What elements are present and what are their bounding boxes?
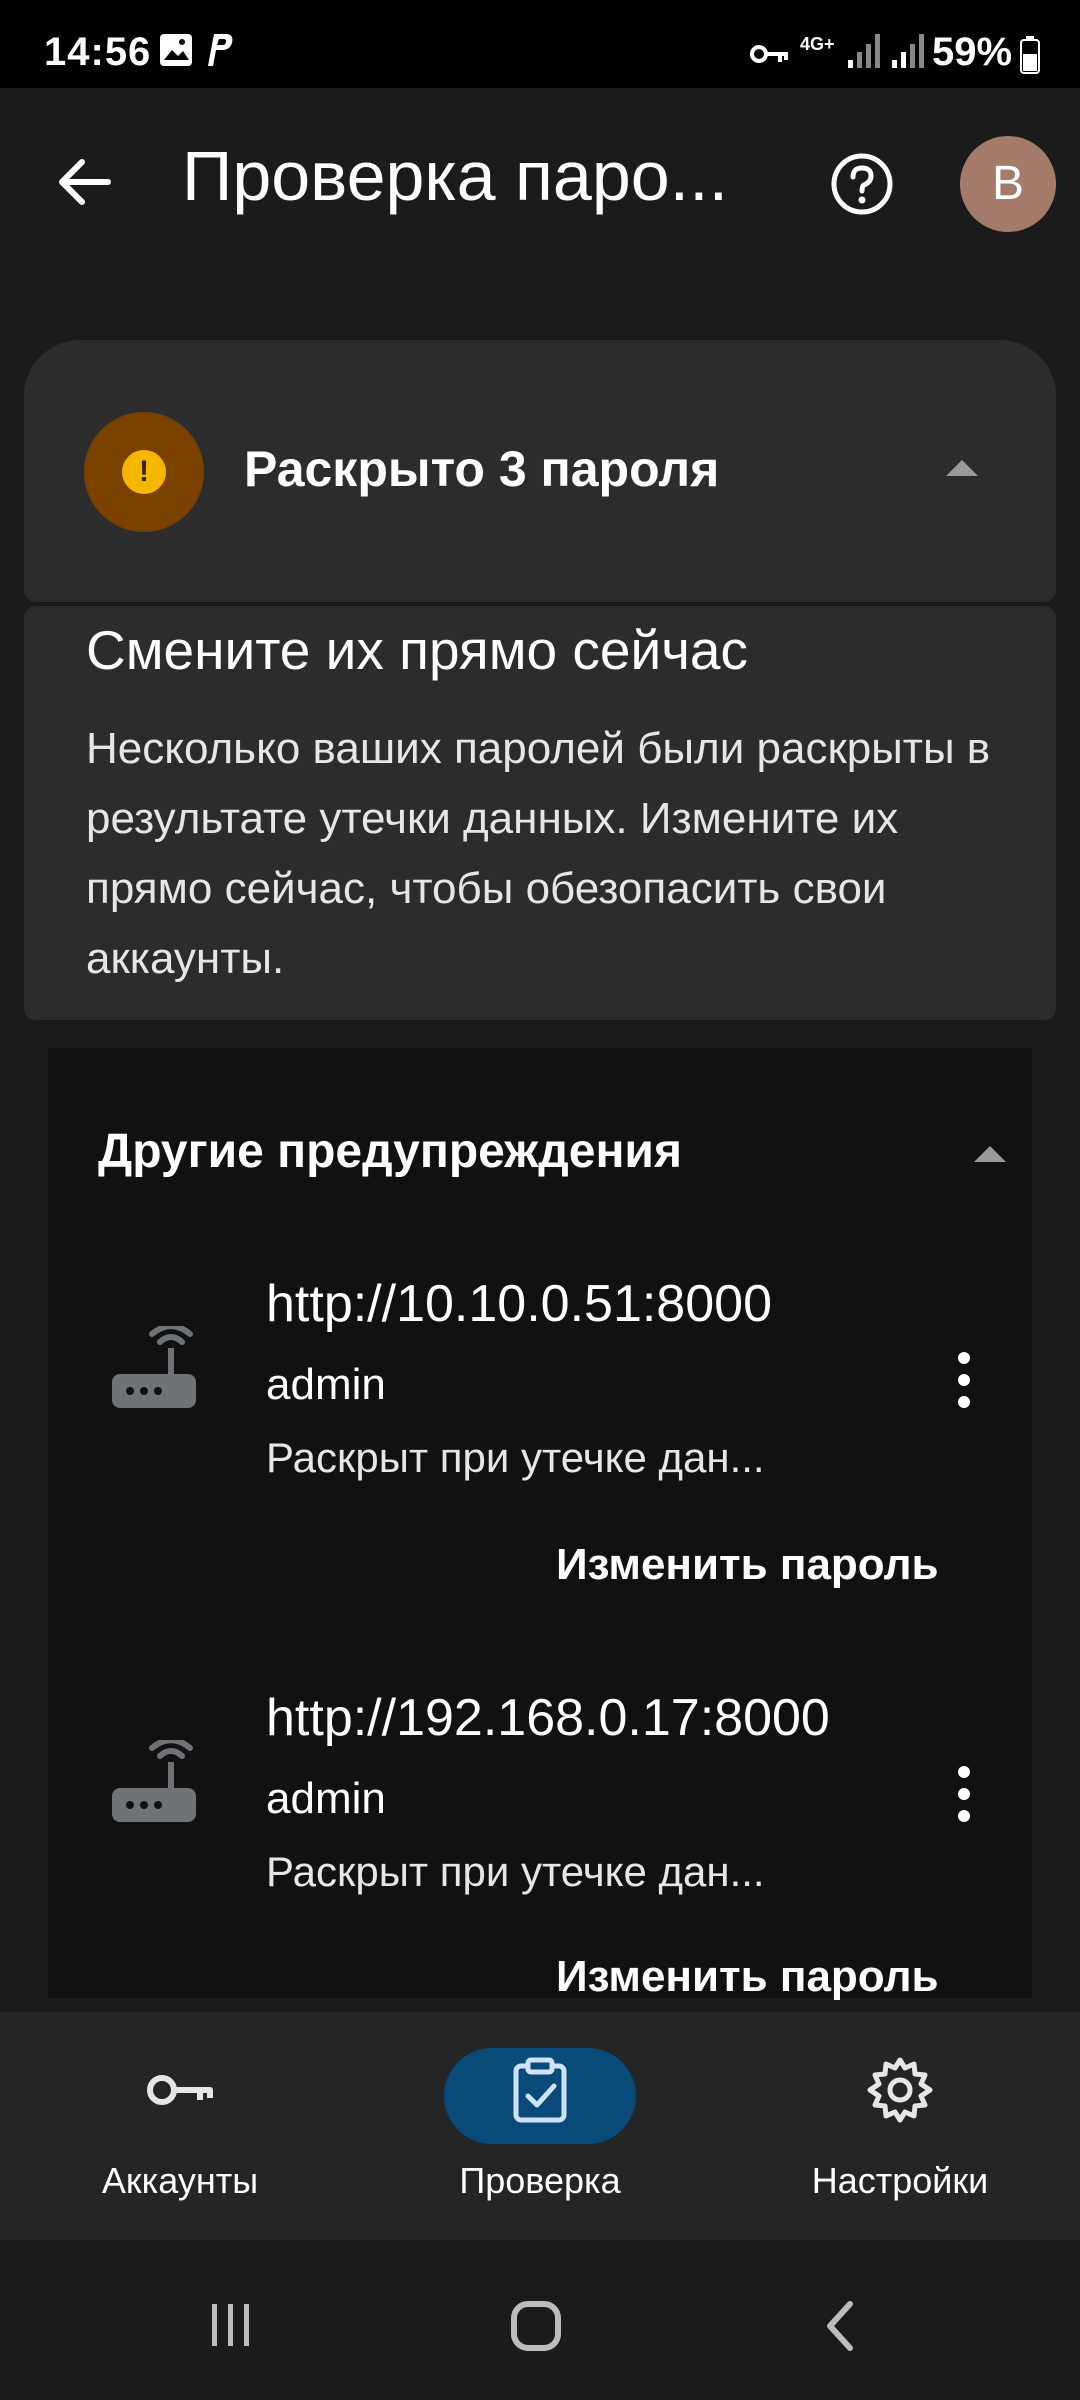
network-type: 4G+: [800, 34, 835, 54]
nav-label: Проверка: [459, 2160, 621, 2201]
clipboard-check-icon: [513, 2057, 567, 2123]
compromised-title: Раскрыто 3 пароля: [244, 441, 720, 497]
back-nav-icon[interactable]: [820, 2298, 860, 2354]
avatar[interactable]: B: [960, 136, 1056, 232]
nav-label: Настройки: [811, 2160, 989, 2201]
recents-icon[interactable]: [206, 2300, 256, 2350]
gallery-icon: [160, 34, 192, 66]
battery-icon: [1020, 36, 1040, 74]
system-navigation-bar: [0, 2240, 1080, 2400]
router-icon: [112, 1740, 196, 1822]
item-status: Раскрыт при утечке дан...: [266, 1848, 765, 1895]
item-username: admin: [266, 1360, 386, 1409]
status-bar: 14:56 4G+ 59%: [0, 0, 1080, 88]
home-icon[interactable]: [508, 2298, 564, 2354]
nav-item-accounts[interactable]: Аккаунты: [0, 2030, 360, 2220]
back-arrow-icon[interactable]: [52, 150, 116, 214]
help-icon[interactable]: [828, 150, 896, 218]
collapse-caret-icon[interactable]: [946, 460, 978, 476]
nav-item-settings[interactable]: Настройки: [720, 2030, 1080, 2220]
item-url: http://10.10.0.51:8000: [266, 1275, 772, 1333]
compromised-heading: Смените их прямо сейчас: [86, 619, 748, 681]
item-url: http://192.168.0.17:8000: [266, 1689, 830, 1747]
change-password-button[interactable]: Изменить пароль: [556, 1952, 939, 2002]
key-icon: [147, 2075, 213, 2105]
p-app-icon: [208, 34, 233, 66]
other-warnings-collapse-icon[interactable]: [974, 1146, 1006, 1162]
exclamation-icon: !: [122, 450, 166, 494]
router-icon: [112, 1326, 196, 1408]
other-warnings-title: Другие предупреждения: [98, 1125, 682, 1178]
nav-label: Аккаунты: [101, 2160, 259, 2201]
item-username: admin: [266, 1774, 386, 1823]
signal-icon-1: [848, 34, 880, 68]
item-status: Раскрыт при утечке дан...: [266, 1434, 765, 1481]
page-title: Проверка паро...: [182, 137, 729, 215]
battery-percent: 59%: [932, 30, 1013, 74]
change-password-button[interactable]: Изменить пароль: [556, 1540, 939, 1590]
more-vert-icon[interactable]: [950, 1350, 978, 1410]
vpn-key-icon: [750, 45, 788, 63]
signal-icon-2: [892, 34, 924, 68]
more-vert-icon[interactable]: [950, 1764, 978, 1824]
compromised-description: Несколько ваших паролей были раскрыты в …: [86, 724, 991, 983]
gear-icon: [867, 2057, 933, 2123]
nav-item-checkup[interactable]: Проверка: [360, 2030, 720, 2220]
status-time: 14:56: [44, 30, 152, 74]
